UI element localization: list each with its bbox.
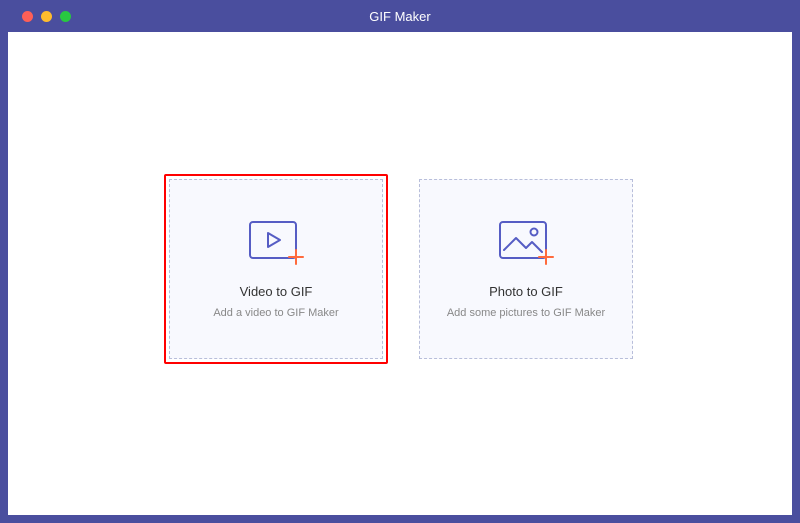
photo-option-title: Photo to GIF: [489, 284, 563, 299]
video-option-subtitle: Add a video to GIF Maker: [213, 307, 338, 319]
video-option-title: Video to GIF: [240, 284, 313, 299]
minimize-icon[interactable]: [41, 11, 52, 22]
titlebar: GIF Maker: [8, 0, 792, 32]
maximize-icon[interactable]: [60, 11, 71, 22]
photo-to-gif-wrapper: Photo to GIF Add some pictures to GIF Ma…: [416, 176, 636, 362]
photo-option-subtitle: Add some pictures to GIF Maker: [447, 307, 605, 319]
video-play-icon: [246, 218, 306, 266]
window-title: GIF Maker: [8, 9, 792, 24]
video-to-gif-option[interactable]: Video to GIF Add a video to GIF Maker: [169, 179, 383, 359]
app-window: GIF Maker Video to GIF Add a video to GI…: [0, 0, 800, 523]
close-icon[interactable]: [22, 11, 33, 22]
main-content: Video to GIF Add a video to GIF Maker: [8, 32, 792, 515]
traffic-lights: [8, 11, 71, 22]
photo-image-icon: [496, 218, 556, 266]
photo-to-gif-option[interactable]: Photo to GIF Add some pictures to GIF Ma…: [419, 179, 633, 359]
video-to-gif-wrapper: Video to GIF Add a video to GIF Maker: [164, 174, 388, 364]
